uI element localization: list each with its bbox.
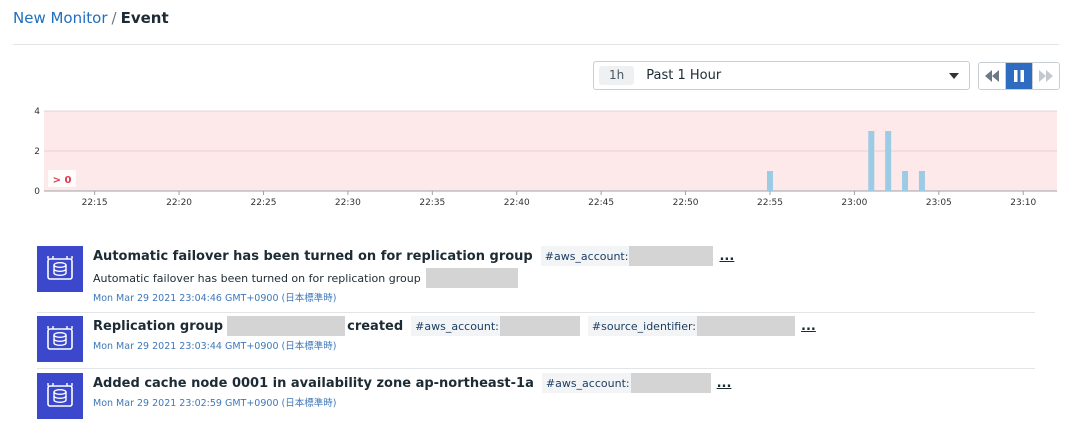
redacted-value [697, 316, 796, 336]
redacted-value [629, 246, 714, 266]
event-row[interactable]: Added cache node 0001 in availability zo… [37, 368, 1035, 424]
elasticache-icon [37, 316, 83, 362]
threshold-label: > 0 [53, 175, 72, 186]
event-text: Automatic failover has been turned on fo… [93, 271, 421, 285]
event-bar[interactable] [868, 131, 875, 191]
event-list: Automatic failover has been turned on fo… [37, 240, 1035, 424]
y-tick-label: 2 [34, 147, 40, 157]
y-tick-label: 4 [34, 107, 40, 117]
redacted-value [630, 373, 711, 393]
x-tick-label: 22:15 [82, 198, 108, 208]
fast-forward-icon [1039, 70, 1053, 82]
event-bar[interactable] [918, 171, 925, 191]
event-tag[interactable]: #aws_account: [411, 316, 580, 336]
x-tick-label: 22:30 [335, 198, 361, 208]
chevron-down-icon [949, 72, 959, 79]
y-tick-label: 0 [34, 187, 40, 197]
breadcrumb-parent-link[interactable]: New Monitor [13, 9, 108, 27]
event-title[interactable]: Automatic failover has been turned on fo… [93, 249, 533, 264]
x-tick-label: 23:05 [926, 198, 952, 208]
event-bar[interactable] [885, 131, 892, 191]
x-tick-label: 22:50 [673, 198, 699, 208]
event-timestamp: Mon Mar 29 2021 23:02:59 GMT+0900 (日本標準時… [93, 398, 337, 409]
header-divider [13, 44, 1059, 45]
event-title[interactable]: Added cache node 0001 in availability zo… [93, 376, 534, 391]
event-bar[interactable] [902, 171, 909, 191]
event-chart: 0 2 4 22:15 22:20 22:25 22:30 22:35 22:40 22:45 2… [0, 100, 1066, 219]
time-range-badge: 1h [599, 66, 635, 85]
time-range-label: Past 1 Hour [646, 68, 722, 83]
event-bar[interactable] [766, 171, 773, 191]
event-tag[interactable]: #aws_account: [541, 373, 711, 393]
x-tick-label: 22:35 [419, 198, 445, 208]
playback-controls [978, 62, 1060, 90]
x-tick-label: 23:00 [841, 198, 867, 208]
x-tick-label: 22:45 [588, 198, 614, 208]
event-title-suffix[interactable]: created [347, 319, 403, 334]
elasticache-icon [37, 373, 83, 419]
event-row[interactable]: Replication group created #aws_account: … [37, 312, 1035, 368]
redacted-value [499, 316, 580, 336]
x-tick-label: 23:10 [1010, 198, 1036, 208]
pause-icon [1014, 70, 1024, 82]
time-range-select[interactable]: 1h Past 1 Hour [593, 61, 970, 90]
rewind-icon [985, 70, 999, 82]
redacted-value [425, 268, 518, 288]
event-timestamp: Mon Mar 29 2021 23:04:46 GMT+0900 (日本標準時… [93, 293, 337, 304]
x-tick-label: 22:40 [504, 198, 530, 208]
more-options-button[interactable]: ... [717, 376, 732, 391]
fast-forward-button[interactable] [1032, 63, 1059, 89]
redacted-value [227, 316, 346, 336]
pause-button[interactable] [1005, 63, 1032, 89]
event-row[interactable]: Automatic failover has been turned on fo… [37, 240, 1035, 312]
rewind-button[interactable] [979, 63, 1005, 89]
breadcrumb-separator: / [111, 9, 117, 27]
page-title: Event [120, 9, 169, 27]
event-timestamp: Mon Mar 29 2021 23:03:44 GMT+0900 (日本標準時… [93, 341, 337, 352]
x-tick-label: 22:55 [757, 198, 783, 208]
event-tag[interactable]: #aws_account: [540, 246, 714, 266]
elasticache-icon [37, 246, 83, 292]
x-tick-label: 22:20 [166, 198, 192, 208]
breadcrumb: New Monitor / Event [13, 8, 169, 28]
x-tick-label: 22:25 [251, 198, 277, 208]
event-title[interactable]: Replication group [93, 319, 223, 334]
event-bar-chart: 0 2 4 22:15 22:20 22:25 22:30 22:35 22:40 22:45 2… [34, 107, 1057, 208]
event-tag[interactable]: #source_identifier: [587, 316, 796, 336]
more-options-button[interactable]: ... [801, 319, 816, 334]
more-options-button[interactable]: ... [719, 249, 734, 264]
